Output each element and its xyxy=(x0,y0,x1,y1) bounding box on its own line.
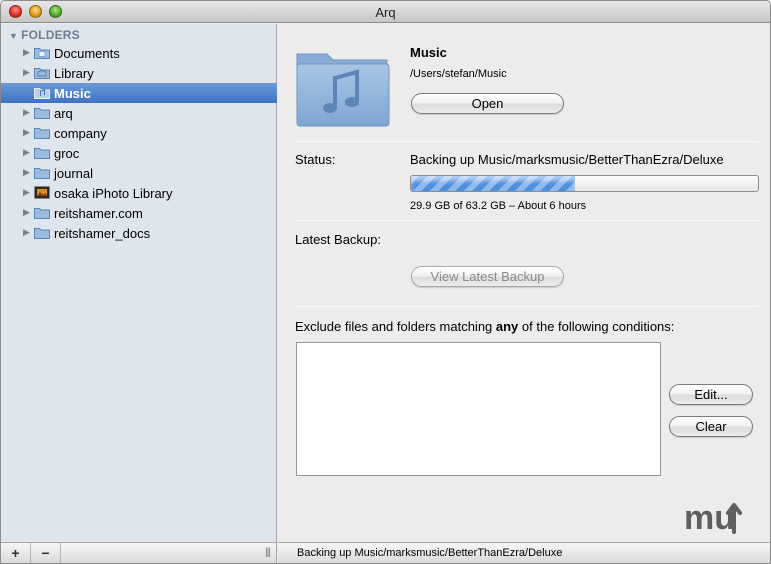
sidebar-item-label: Documents xyxy=(54,46,120,61)
sidebar-item-arq[interactable]: ▶ arq xyxy=(1,103,277,123)
exclude-emphasis: any xyxy=(495,319,519,334)
disclosure-triangle-icon[interactable]: ▶ xyxy=(23,167,30,178)
folder-icon xyxy=(34,228,50,239)
progress-fill xyxy=(411,176,576,191)
disclosure-triangle-icon[interactable]: ▶ xyxy=(23,187,30,198)
logo-text: mu xyxy=(684,499,735,536)
detail-pane: Music /Users/stefan/Music Open Status: B… xyxy=(278,24,770,563)
folders-section-header[interactable]: ▼ FOLDERS xyxy=(9,28,80,42)
exclude-prefix: Exclude files and folders matching xyxy=(295,319,496,334)
latest-backup-label: Latest Backup: xyxy=(295,232,381,247)
sidebar-item-label: Music xyxy=(54,86,91,101)
sidebar-item-label: arq xyxy=(54,106,73,121)
folder-icon xyxy=(34,108,50,119)
sidebar-footer: + − ||| xyxy=(1,542,277,563)
sidebar: ▼FOLDERS ▶ Documents ▶ Library ▶ Music ▶… xyxy=(1,24,277,542)
separator xyxy=(296,141,758,142)
folder-path: /Users/stefan/Music xyxy=(410,68,507,80)
music-folder-icon xyxy=(34,88,50,99)
sidebar-item-label: reitshamer_docs xyxy=(54,226,151,241)
folder-name: Music xyxy=(410,45,447,60)
status-bar: Backing up Music/marksmusic/BetterThanEz… xyxy=(278,542,770,563)
disclosure-triangle-icon[interactable]: ▶ xyxy=(23,207,30,218)
sidebar-item-documents[interactable]: ▶ Documents xyxy=(1,43,277,63)
exclude-conditions-list[interactable] xyxy=(296,342,661,476)
sidebar-item-label: osaka iPhoto Library xyxy=(54,186,173,201)
disclosure-open-icon[interactable]: ▼ xyxy=(9,31,18,41)
separator xyxy=(296,306,758,307)
backup-progress-bar xyxy=(410,175,759,192)
disclosure-triangle-icon[interactable]: ▶ xyxy=(23,127,30,138)
sidebar-item-journal[interactable]: ▶ journal xyxy=(1,163,277,183)
sidebar-item-music[interactable]: ▶ Music xyxy=(1,83,277,103)
splitter-grip-icon[interactable]: ||| xyxy=(265,547,271,558)
sidebar-item-label: Library xyxy=(54,66,94,81)
title-bar[interactable]: Arq xyxy=(1,1,770,23)
iphoto-library-icon xyxy=(34,186,50,199)
sidebar-item-label: reitshamer.com xyxy=(54,206,143,221)
exclude-suffix: of the following conditions: xyxy=(518,319,675,334)
open-button[interactable]: Open xyxy=(411,93,564,114)
folder-icon xyxy=(34,128,50,139)
folders-header-label: FOLDERS xyxy=(21,28,80,42)
status-label: Status: xyxy=(295,152,336,167)
status-text: Backing up Music/marksmusic/BetterThanEz… xyxy=(410,152,724,167)
sidebar-item-library[interactable]: ▶ Library xyxy=(1,63,277,83)
remove-folder-button[interactable]: − xyxy=(31,543,61,563)
clear-button[interactable]: Clear xyxy=(669,416,753,437)
folder-icon xyxy=(34,148,50,159)
separator xyxy=(296,220,758,221)
disclosure-triangle-icon[interactable]: ▶ xyxy=(23,107,30,118)
sidebar-item-reitshamer-com[interactable]: ▶ reitshamer.com xyxy=(1,203,277,223)
macupdate-logo: mu xyxy=(684,499,742,536)
add-folder-button[interactable]: + xyxy=(1,543,31,563)
disclosure-triangle-icon[interactable]: ▶ xyxy=(23,67,30,78)
progress-detail: 29.9 GB of 63.2 GB – About 6 hours xyxy=(410,200,587,212)
folder-icon xyxy=(34,168,50,179)
disclosure-triangle-icon[interactable]: ▶ xyxy=(23,47,30,58)
status-bar-text: Backing up Music/marksmusic/BetterThanEz… xyxy=(297,547,563,559)
sidebar-item-label: company xyxy=(54,126,107,141)
sidebar-item-groc[interactable]: ▶ groc xyxy=(1,143,277,163)
disclosure-triangle-icon[interactable]: ▶ xyxy=(23,147,30,158)
view-latest-backup-button[interactable]: View Latest Backup xyxy=(411,266,564,287)
documents-folder-icon xyxy=(34,48,50,59)
app-window: Arq ▼FOLDERS ▶ Documents ▶ Library ▶ Mus… xyxy=(0,0,771,564)
window-title: Arq xyxy=(375,5,396,20)
exclude-conditions-label: Exclude files and folders matching any o… xyxy=(295,319,674,334)
library-folder-icon xyxy=(34,68,50,79)
sidebar-item-company[interactable]: ▶ company xyxy=(1,123,277,143)
disclosure-triangle-icon[interactable]: ▶ xyxy=(23,227,30,238)
sidebar-item-osaka-iphoto-library[interactable]: ▶ osaka iPhoto Library xyxy=(1,183,277,203)
sidebar-item-label: journal xyxy=(54,166,94,181)
edit-button[interactable]: Edit... xyxy=(669,384,753,405)
sidebar-item-reitshamer-docs[interactable]: ▶ reitshamer_docs xyxy=(1,223,277,243)
large-music-folder-icon xyxy=(296,53,390,127)
folder-icon xyxy=(34,208,50,219)
sidebar-item-label: groc xyxy=(54,146,80,161)
